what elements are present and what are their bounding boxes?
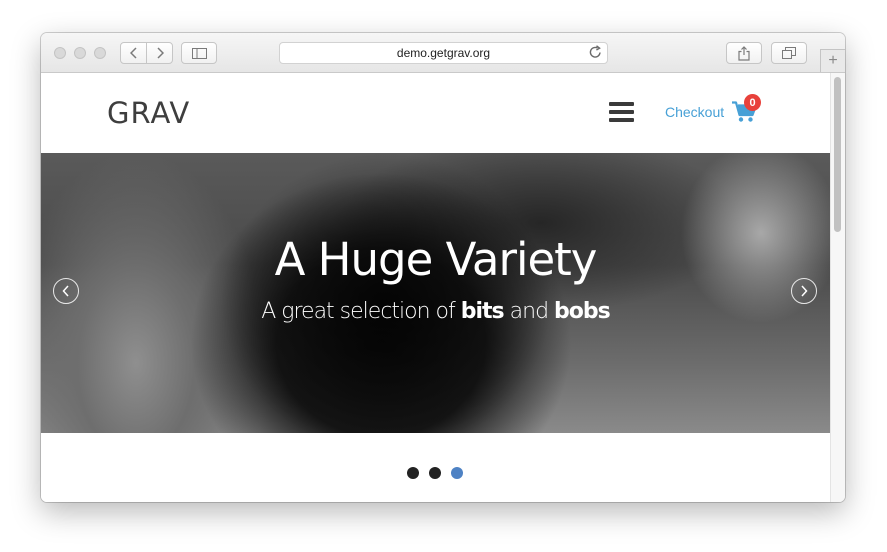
tabs-icon <box>782 47 796 59</box>
slide-dot-1[interactable] <box>407 467 419 479</box>
share-icon <box>738 45 750 61</box>
site-logo[interactable]: GRAV <box>107 96 190 130</box>
tabs-overview-button[interactable] <box>771 42 807 64</box>
checkout-link[interactable]: Checkout <box>665 104 724 120</box>
url-text: demo.getgrav.org <box>396 46 491 60</box>
hero-subtitle: A great selection of bits and bobs <box>261 299 611 324</box>
hero-image <box>221 153 551 433</box>
close-window-button[interactable] <box>54 47 66 59</box>
chevron-left-icon <box>129 47 137 59</box>
chevron-right-icon <box>156 47 164 59</box>
forward-button[interactable] <box>146 42 173 64</box>
hero-title: A Huge Variety <box>274 233 598 286</box>
slide-dot-3[interactable] <box>451 467 463 479</box>
cart-count-badge: 0 <box>744 94 761 111</box>
slide-dot-2[interactable] <box>429 467 441 479</box>
browser-window: demo.getgrav.org + GRAV Checkout 0 A Hug… <box>41 33 845 502</box>
page-content: GRAV Checkout 0 A Huge Variety A great s… <box>41 73 830 502</box>
back-button[interactable] <box>120 42 147 64</box>
chevron-left-icon <box>62 285 69 297</box>
sidebar-toggle-button[interactable] <box>181 42 217 64</box>
scrollbar-thumb[interactable] <box>834 77 841 232</box>
new-tab-button[interactable]: + <box>820 49 845 72</box>
reload-icon[interactable] <box>589 45 602 62</box>
plus-icon: + <box>828 52 838 69</box>
slider-pagination <box>407 467 463 479</box>
address-bar[interactable]: demo.getgrav.org <box>279 42 608 64</box>
hero-slider: A Huge Variety A great selection of bits… <box>41 153 830 433</box>
previous-slide-button[interactable] <box>53 278 79 304</box>
share-button[interactable] <box>726 42 762 64</box>
zoom-window-button[interactable] <box>94 47 106 59</box>
next-slide-button[interactable] <box>791 278 817 304</box>
chevron-right-icon <box>801 285 808 297</box>
browser-toolbar: demo.getgrav.org + <box>41 33 845 73</box>
sidebar-icon <box>191 47 207 59</box>
vertical-scrollbar[interactable] <box>830 73 845 502</box>
minimize-window-button[interactable] <box>74 47 86 59</box>
menu-icon[interactable] <box>609 102 634 122</box>
